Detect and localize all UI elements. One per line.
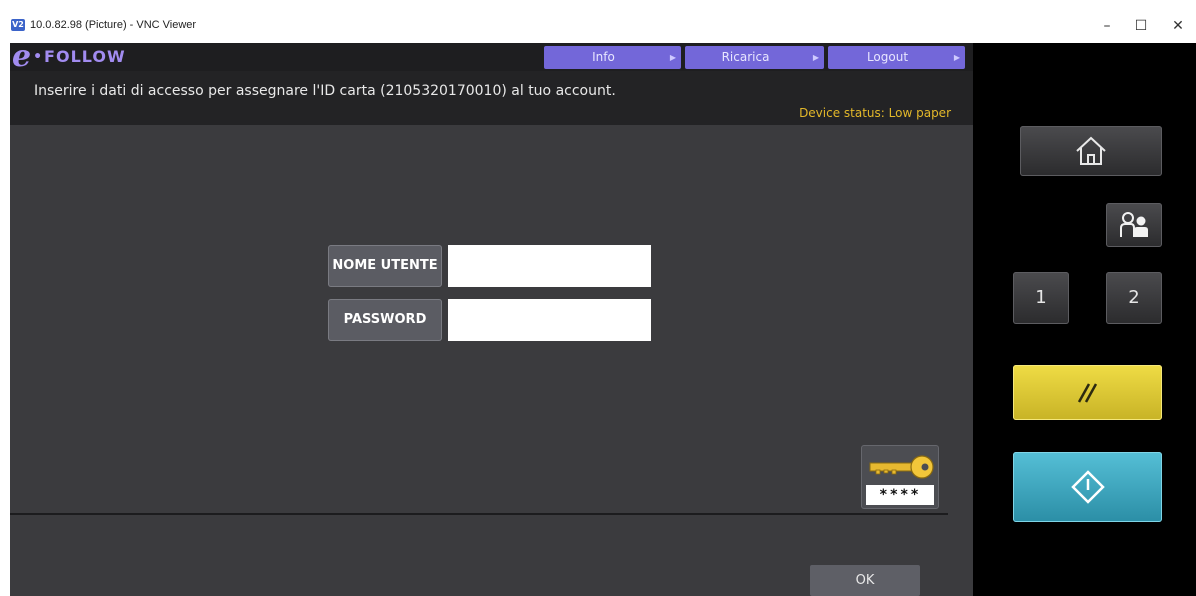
device-status: Device status: Low paper: [799, 106, 951, 120]
start-icon: [1070, 470, 1105, 504]
arrow-right-icon: ▶: [953, 53, 960, 62]
username-input[interactable]: [448, 245, 651, 287]
header-bar: e • FOLLOW Info ▶ Ricarica ▶ Logout ▶: [10, 43, 973, 74]
minimize-button[interactable]: –: [1092, 18, 1122, 34]
message-bar: Inserire i dati di accesso per assegnare…: [10, 71, 973, 125]
arrow-right-icon: ▶: [812, 53, 819, 62]
instruction-message: Inserire i dati di accesso per assegnare…: [34, 83, 616, 99]
arrow-right-icon: ▶: [669, 53, 676, 62]
home-icon: [1076, 136, 1106, 165]
password-input[interactable]: [448, 299, 651, 341]
counter-1-label: 1: [1035, 287, 1047, 308]
nav-ricarica-label: Ricarica: [721, 50, 770, 64]
users-icon: [1120, 212, 1148, 237]
home-button[interactable]: [1020, 126, 1162, 176]
window-title-bar: V2 10.0.82.98 (Picture) - VNC Viewer – ☐…: [0, 0, 1196, 42]
counter-1-button[interactable]: 1: [1013, 272, 1069, 324]
vnc-app-icon: V2: [11, 19, 25, 31]
user-button[interactable]: [1106, 203, 1162, 247]
key-pin-button[interactable]: ****: [861, 445, 939, 509]
printer-screen: e • FOLLOW Info ▶ Ricarica ▶ Logout ▶ In…: [10, 43, 973, 596]
logo-e: e: [12, 43, 32, 74]
close-button[interactable]: ✕: [1163, 18, 1193, 34]
counter-2-label: 2: [1128, 287, 1140, 308]
nav-ricarica-button[interactable]: Ricarica ▶: [685, 46, 824, 69]
hardware-panel: 1 2: [973, 43, 1196, 596]
password-label: PASSWORD: [328, 299, 442, 341]
username-label: NOME UTENTE: [328, 245, 442, 287]
nav-info-label: Info: [592, 50, 615, 64]
ok-button[interactable]: OK: [810, 565, 920, 596]
start-button[interactable]: [1013, 452, 1162, 522]
reset-button[interactable]: [1013, 365, 1162, 420]
maximize-button[interactable]: ☐: [1126, 18, 1156, 34]
divider: [10, 513, 948, 515]
nav-logout-button[interactable]: Logout ▶: [828, 46, 965, 69]
logo-text: FOLLOW: [44, 47, 126, 66]
counter-2-button[interactable]: 2: [1106, 272, 1162, 324]
reset-icon: [1077, 382, 1097, 403]
nav-info-button[interactable]: Info ▶: [544, 46, 681, 69]
window-title: 10.0.82.98 (Picture) - VNC Viewer: [30, 19, 197, 31]
efollow-logo: e • FOLLOW: [12, 43, 126, 74]
nav-logout-label: Logout: [866, 50, 909, 64]
key-icon: [869, 455, 934, 479]
logo-dot: •: [33, 49, 43, 65]
pin-stars: ****: [866, 485, 934, 505]
